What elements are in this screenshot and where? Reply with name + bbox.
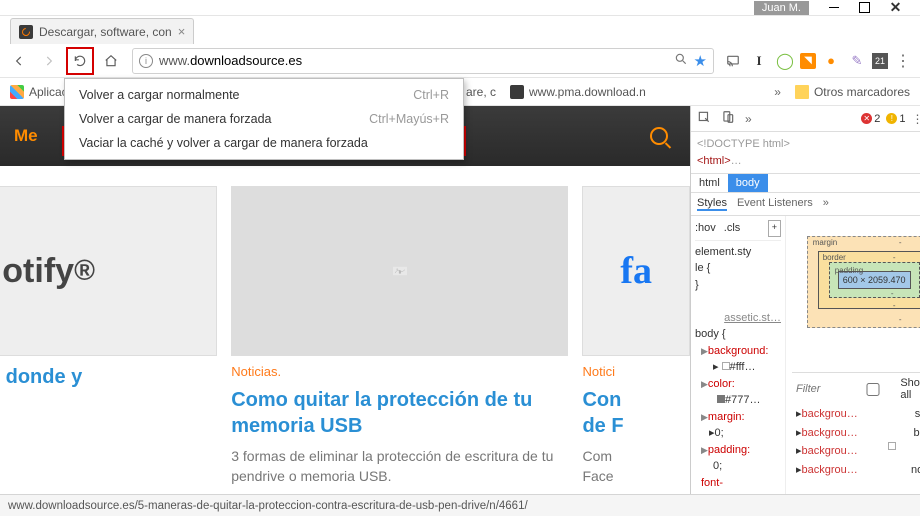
devtools-subtabs: Styles Event Listeners » [691,193,920,216]
tab-strip: Descargar, software, con × [0,16,920,44]
bookmark-favicon [510,85,524,99]
card-image: otify® [0,186,217,356]
crumb-body[interactable]: body [728,174,768,192]
hov-toggle[interactable]: :hov [695,220,716,237]
card-image: fa [582,186,690,356]
browser-tab[interactable]: Descargar, software, con × [10,18,194,44]
status-bar: www.downloadsource.es/5-maneras-de-quita… [0,494,920,516]
cls-toggle[interactable]: .cls [724,220,741,237]
menu-icon[interactable]: ⋮ [892,50,914,72]
window-close[interactable]: ✕ [889,1,902,14]
devtools-toolbar: » ✕2 !1 ⋮ ✕ [691,106,920,132]
bookmark-star-icon[interactable]: ★ [694,52,707,70]
devtools-panel: » ✕2 !1 ⋮ ✕ <!DOCTYPE html> <html>… html… [690,106,920,494]
card-desc: 3 formas de eliminar la protección de es… [231,447,568,486]
article-card[interactable]: Noticias. Como quitar la protección de t… [231,186,568,486]
reload-button[interactable] [66,47,94,75]
window-titlebar: Juan M. ✕ [0,0,920,16]
back-button[interactable] [6,48,32,74]
folder-icon [795,85,809,99]
bookmark-trunc[interactable]: are, c [466,85,496,99]
tab-styles[interactable]: Styles [697,197,727,211]
card-title: Como quitar la protección de tu memoria … [231,387,568,439]
address-bar[interactable]: i www.downloadsource.es ★ [132,48,714,74]
card-category: Notici [582,364,690,379]
menu-reload-hard[interactable]: Volver a cargar de manera forzadaCtrl+Ma… [65,107,463,131]
filter-input[interactable] [796,383,846,395]
menu-empty-cache-reload[interactable]: Vaciar la caché y volver a cargar de man… [65,131,463,155]
browser-toolbar: i www.downloadsource.es ★ I ◯ ◥ ● ✎ 21 ⋮ [0,44,920,78]
status-url: www.downloadsource.es/5-maneras-de-quita… [8,500,528,512]
forward-button [36,48,62,74]
card-title: ciones de as donde y [0,364,217,390]
styles-pane[interactable]: :hov .cls + element.sty le { } assetic.s… [691,216,786,494]
card-title: Con de F [582,387,690,439]
article-card[interactable]: fa Notici Con de F Com Face [582,186,690,486]
search-in-address-icon[interactable] [674,52,688,69]
dom-tree[interactable]: <!DOCTYPE html> <html>… [691,132,920,173]
window-maximize[interactable] [858,1,871,14]
apps-icon [10,85,24,99]
card-desc: ciones de [0,398,217,418]
reload-context-menu: Volver a cargar normalmenteCtrl+R Volver… [64,78,464,160]
device-mode-icon[interactable] [721,110,735,127]
card-category: Noticias. [231,364,568,379]
show-all-label: Show all [900,377,920,401]
ext-instapaper-icon[interactable]: I [748,50,770,72]
menu-reload-normal[interactable]: Volver a cargar normalmenteCtrl+R [65,83,463,107]
site-search-icon[interactable] [650,127,668,145]
subtabs-more-icon[interactable]: » [823,197,829,211]
computed-list[interactable]: ▸backgrou…scro ▸backgrou…bord ▸backgrou…… [792,405,920,480]
ext-orange-icon[interactable]: ● [820,50,842,72]
new-style-rule-icon[interactable]: + [768,220,781,237]
user-badge: Juan M. [754,1,809,15]
card-desc: Com Face [582,447,690,486]
computed-filter: Show all [792,372,920,405]
site-menu-label[interactable]: Me [14,126,38,146]
ext-feather-icon[interactable]: ✎ [846,50,868,72]
card-image [231,186,568,356]
computed-pane: margin - border - padding- 600 × 2059.47… [786,216,920,494]
devtools-more-tabs-icon[interactable]: » [745,112,752,126]
page-content: Me otify® ciones de as donde y ciones de… [0,106,690,494]
url-text: www.downloadsource.es [159,53,668,68]
tab-title: Descargar, software, con [39,25,172,39]
crumb-html[interactable]: html [691,174,728,192]
window-minimize[interactable] [827,1,840,14]
error-count[interactable]: ✕2 [861,113,880,125]
warning-count[interactable]: !1 [886,113,905,125]
bookmarks-overflow-icon[interactable]: » [774,85,781,99]
devtools-menu-icon[interactable]: ⋮ [911,112,920,126]
site-info-icon[interactable]: i [139,54,153,68]
ext-rss-icon[interactable]: ◥ [800,53,816,69]
tab-close-icon[interactable]: × [178,24,186,39]
ext-calendar-icon[interactable]: 21 [872,53,888,69]
other-bookmarks[interactable]: Otros marcadores [795,85,910,99]
bookmark-pma[interactable]: www.pma.download.n [510,85,646,99]
tab-favicon [19,25,33,39]
article-card[interactable]: otify® ciones de as donde y ciones de [0,186,217,486]
tab-event-listeners[interactable]: Event Listeners [737,197,813,211]
box-model[interactable]: margin - border - padding- 600 × 2059.47… [807,236,920,328]
ext-green-icon[interactable]: ◯ [774,50,796,72]
inspect-icon[interactable] [697,110,711,127]
show-all-checkbox[interactable] [852,383,894,396]
home-button[interactable] [98,48,124,74]
cast-icon[interactable] [722,50,744,72]
dom-breadcrumb[interactable]: html body [691,173,920,193]
